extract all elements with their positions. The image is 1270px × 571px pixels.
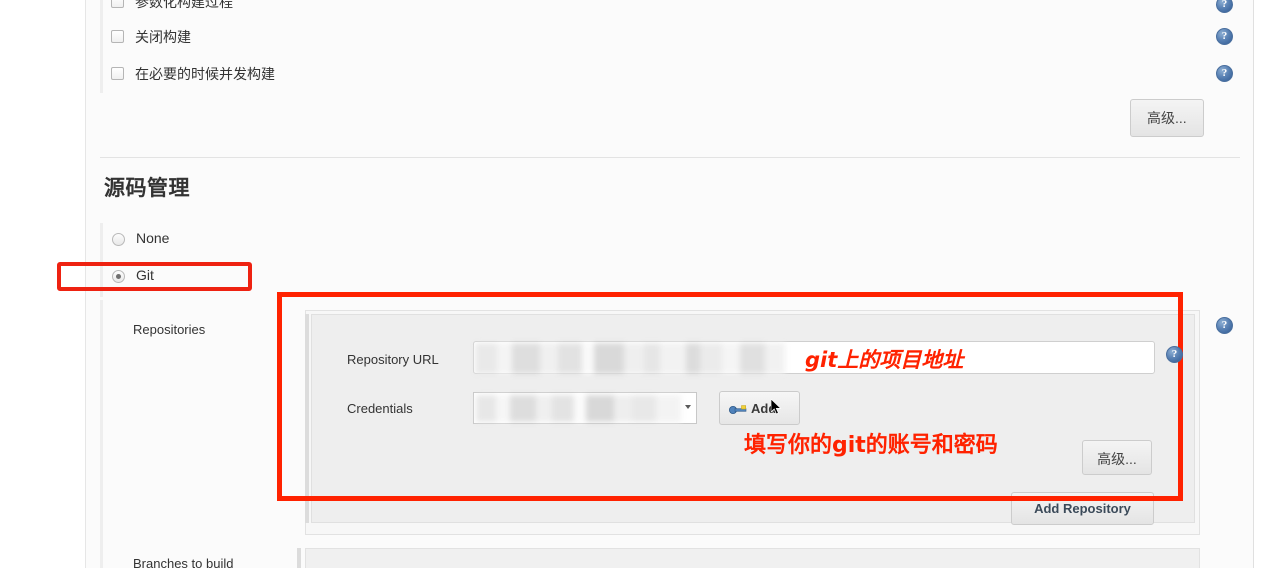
scm-option-git[interactable]: Git [103, 260, 803, 297]
credentials-label: Credentials [347, 401, 413, 416]
branches-container [305, 548, 1200, 568]
censored-credentials-value [476, 395, 681, 422]
add-repository-button[interactable]: Add Repository [1011, 492, 1154, 525]
page-title-scm: 源码管理 [104, 177, 190, 200]
repository-left-rule [305, 314, 309, 523]
build-option-row[interactable]: 在必要的时候并发构建 [100, 56, 1200, 93]
repositories-label: Repositories [133, 322, 206, 337]
add-credentials-button[interactable]: Add [719, 391, 800, 425]
censored-repository-url [475, 343, 785, 374]
advanced-button-top[interactable]: 高级... [1130, 99, 1204, 137]
build-option-row[interactable]: 参数化构建过程 [100, 0, 1200, 19]
section-divider [100, 157, 1240, 158]
build-options-group: 参数化构建过程 关闭构建 在必要的时候并发构建 [100, 0, 1200, 93]
help-icon[interactable]: ? [1216, 28, 1233, 45]
branches-to-build-label: Branches to build [133, 556, 234, 571]
radio-git[interactable] [112, 270, 125, 283]
build-option-label: 关闭构建 [135, 29, 191, 45]
annotation-credentials-note: 填写你的git的账号和密码 [744, 433, 998, 458]
scm-option-label: None [136, 230, 170, 246]
scm-radio-group: None Git [100, 223, 803, 297]
section-left-rule [100, 300, 103, 568]
credentials-select[interactable] [473, 392, 697, 424]
help-icon[interactable]: ? [1216, 317, 1233, 334]
annotation-url-note: git上的项目地址 [805, 348, 964, 372]
page-root: 参数化构建过程 关闭构建 在必要的时候并发构建 ? ? ? 高级... 源码管理… [0, 0, 1270, 571]
help-icon[interactable]: ? [1216, 65, 1233, 82]
build-option-row[interactable]: 关闭构建 [100, 19, 1200, 56]
repository-url-label: Repository URL [347, 352, 439, 367]
help-icon[interactable]: ? [1166, 346, 1183, 363]
checkbox-parameterized-build[interactable] [111, 0, 124, 8]
panel-right-margin [1254, 0, 1270, 568]
radio-none[interactable] [112, 233, 125, 246]
scm-option-none[interactable]: None [103, 223, 803, 260]
checkbox-disable-build[interactable] [111, 30, 124, 43]
key-icon [729, 405, 747, 414]
scm-option-label: Git [136, 267, 154, 283]
build-option-label: 参数化构建过程 [135, 0, 233, 10]
advanced-button-repository[interactable]: 高级... [1082, 440, 1152, 475]
mouse-cursor-icon [771, 399, 782, 415]
chevron-down-icon[interactable] [685, 405, 691, 409]
branches-left-rule [297, 548, 301, 568]
build-option-label: 在必要的时候并发构建 [135, 66, 275, 82]
checkbox-concurrent-build[interactable] [111, 67, 124, 80]
